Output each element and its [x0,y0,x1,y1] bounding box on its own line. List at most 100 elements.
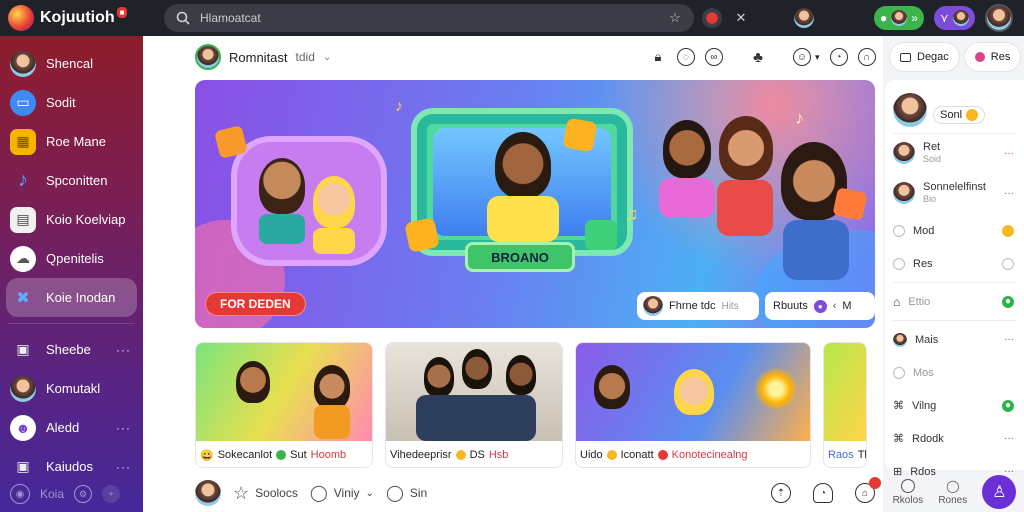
account-button[interactable]: ♙ [982,475,1017,509]
status-dot [276,450,287,460]
row-label: Vilng [912,399,937,412]
message-button[interactable]: ◯ Sin [386,483,427,503]
close-icon[interactable]: ✕ [732,9,750,27]
app-name: Kojuutioh [40,9,115,26]
link-icon[interactable]: ∞ [705,48,723,66]
info-icon [900,478,915,493]
menu-row-mod[interactable]: Mod [893,214,1016,247]
menu-row-res[interactable]: Res [893,247,1016,280]
my-avatar[interactable] [195,480,221,506]
comment-icon: ◯ [309,485,328,502]
profile-avatar[interactable] [984,4,1013,32]
hero-cta-button[interactable]: FOR DEDEN [205,292,306,316]
profile-card[interactable]: Sonl [893,86,1016,134]
menu-row-mos[interactable]: Mos [893,356,1016,389]
results-label: Rbuuts [773,300,808,312]
sidebar-item-aledd[interactable]: ☻ Aledd ··· [0,408,143,447]
person-icon[interactable]: ◔ [813,483,833,503]
brand[interactable]: Kojuutioh ■ [0,5,160,31]
headset-icon[interactable]: ∩ [857,48,876,66]
chevron-down-icon[interactable]: ⌄ [323,52,331,63]
content-card[interactable]: Vihedeeprisr DS Hsb [385,342,563,468]
more-icon[interactable]: ··· [1004,433,1014,444]
sidebar-item-kaiudos[interactable]: ▣ Kaiudos ··· [0,447,143,486]
more-icon[interactable]: ··· [1004,148,1014,159]
footer-item-rones[interactable]: ◯ Rones [938,479,967,506]
hero-banner[interactable]: ♪ ♫ ♪ BROANO FOR DEDEN Fhrne tdc Hits Rb… [195,80,875,328]
view-button[interactable]: ◯ Viniy ⌄ [310,483,374,503]
footer-item-rkolos[interactable]: Rkolos [893,478,923,506]
channel-header[interactable]: Romnitast tdid ⌄ [195,44,331,70]
friend-avatar [893,182,915,204]
content-card[interactable]: Uido Iconatt Konotecinealng [575,342,811,468]
menu-row-vilng[interactable]: ⌘ Vilng ● [893,389,1016,422]
chat-icon: ● [880,11,888,25]
search-input[interactable] [200,11,658,25]
favorites-button[interactable]: ☆ Soolocs [233,483,298,504]
hero-title-banner: BROANO [465,242,575,272]
results-chip[interactable]: Rbuuts ● ‹ M [765,292,875,320]
more-icon[interactable]: ··· [116,460,131,474]
chevron-left-icon[interactable]: ‹ [833,300,837,312]
bag-icon: ▣ [16,458,30,474]
more-icon[interactable]: ··· [116,421,131,435]
target-icon[interactable]: ◌ [677,48,695,66]
star-icon[interactable]: ☆ [666,9,684,27]
sidebar-item-komutakl[interactable]: Komutakl [0,369,143,408]
user-avatar-small[interactable] [794,8,814,28]
comment-icon: ◯ [946,478,960,493]
status-input[interactable]: Sonl [933,105,986,124]
search-icon [174,9,192,27]
robot-icon[interactable]: ◉ [10,484,30,504]
radio-icon[interactable] [1002,257,1014,270]
chevron-down-icon[interactable]: ▾ [815,52,820,63]
sidebar-item-qpenitelis[interactable]: ☁ Qpenitelis [0,239,143,278]
menu-row-ettio[interactable]: ⌂ Ettio ● [893,285,1016,318]
sidebar-item-koie-inodan[interactable]: ✖ Koie Inodan [6,278,137,317]
more-icon[interactable]: ··· [1004,188,1014,199]
status-emoji-icon [966,108,979,121]
character-illustration [663,120,711,178]
sidebar-item-koio-koelviap[interactable]: ▤ Koio Koelviap [0,200,143,239]
tab-res[interactable]: Res [963,42,1022,72]
chevron-down-icon[interactable]: ⌄ [366,488,374,499]
character-body [314,405,350,439]
sidebar-item-roe-mane[interactable]: ▦ Roe Mane [0,122,143,161]
search-bar[interactable]: ☆ [164,4,694,32]
channel-title: Romnitast [229,49,288,65]
more-icon[interactable]: ··· [116,343,131,357]
hero-pod-illustration [231,136,387,266]
notification-icon[interactable] [702,8,722,28]
comment-icon[interactable]: ◔ [829,48,848,66]
tab-degac[interactable]: Degac [889,42,960,72]
sidebar-item-shencal[interactable]: Shencal [0,44,143,83]
chat-pill[interactable]: ● » [874,6,924,30]
content-card[interactable]: 😀 Sokecanlot Sut Hoomb [195,342,373,468]
share-icon[interactable]: ♣ [749,48,767,66]
row-label: Mod [913,224,935,237]
tree-icon[interactable]: ⇡ [771,483,791,503]
plus-icon[interactable]: + [102,485,121,503]
top-bar: Kojuutioh ■ ☆ ✕ ● » ⋎ [0,0,1024,36]
sidebar-item-spconitten[interactable]: ♪ Spconitten [0,161,143,200]
divider [893,320,1016,321]
emoji-icon [893,257,905,270]
emoji-icon[interactable]: ☺ [793,48,811,66]
menu-row-rdodk[interactable]: ⌘ Rdodk ··· [893,422,1016,455]
friend-row[interactable]: Ret Soid ··· [893,134,1016,172]
more-icon[interactable]: ··· [1004,334,1014,345]
settings-icon[interactable]: ⚙ [74,485,93,503]
group-pill[interactable]: ⋎ [933,6,975,30]
lock-icon[interactable]: 🔒︎ [649,48,667,66]
video-icon: ▤ [10,206,36,233]
menu-row-mais[interactable]: Mais ··· [893,323,1016,356]
creator-chip[interactable]: Fhrne tdc Hits [637,292,759,320]
notifications-button[interactable]: ⌂ [855,477,881,503]
app-logo [8,5,34,31]
people-icon: ☻ [10,414,36,441]
card-caption: Raos Thu [824,441,866,467]
friend-row[interactable]: Sonnelelfinst Bio ··· [893,172,1016,214]
content-card[interactable]: Raos Thu [823,342,867,468]
sidebar-item-sodit[interactable]: ▭ Sodit [0,83,143,122]
sidebar-item-sheebe[interactable]: ▣ Sheebe ··· [0,330,143,369]
